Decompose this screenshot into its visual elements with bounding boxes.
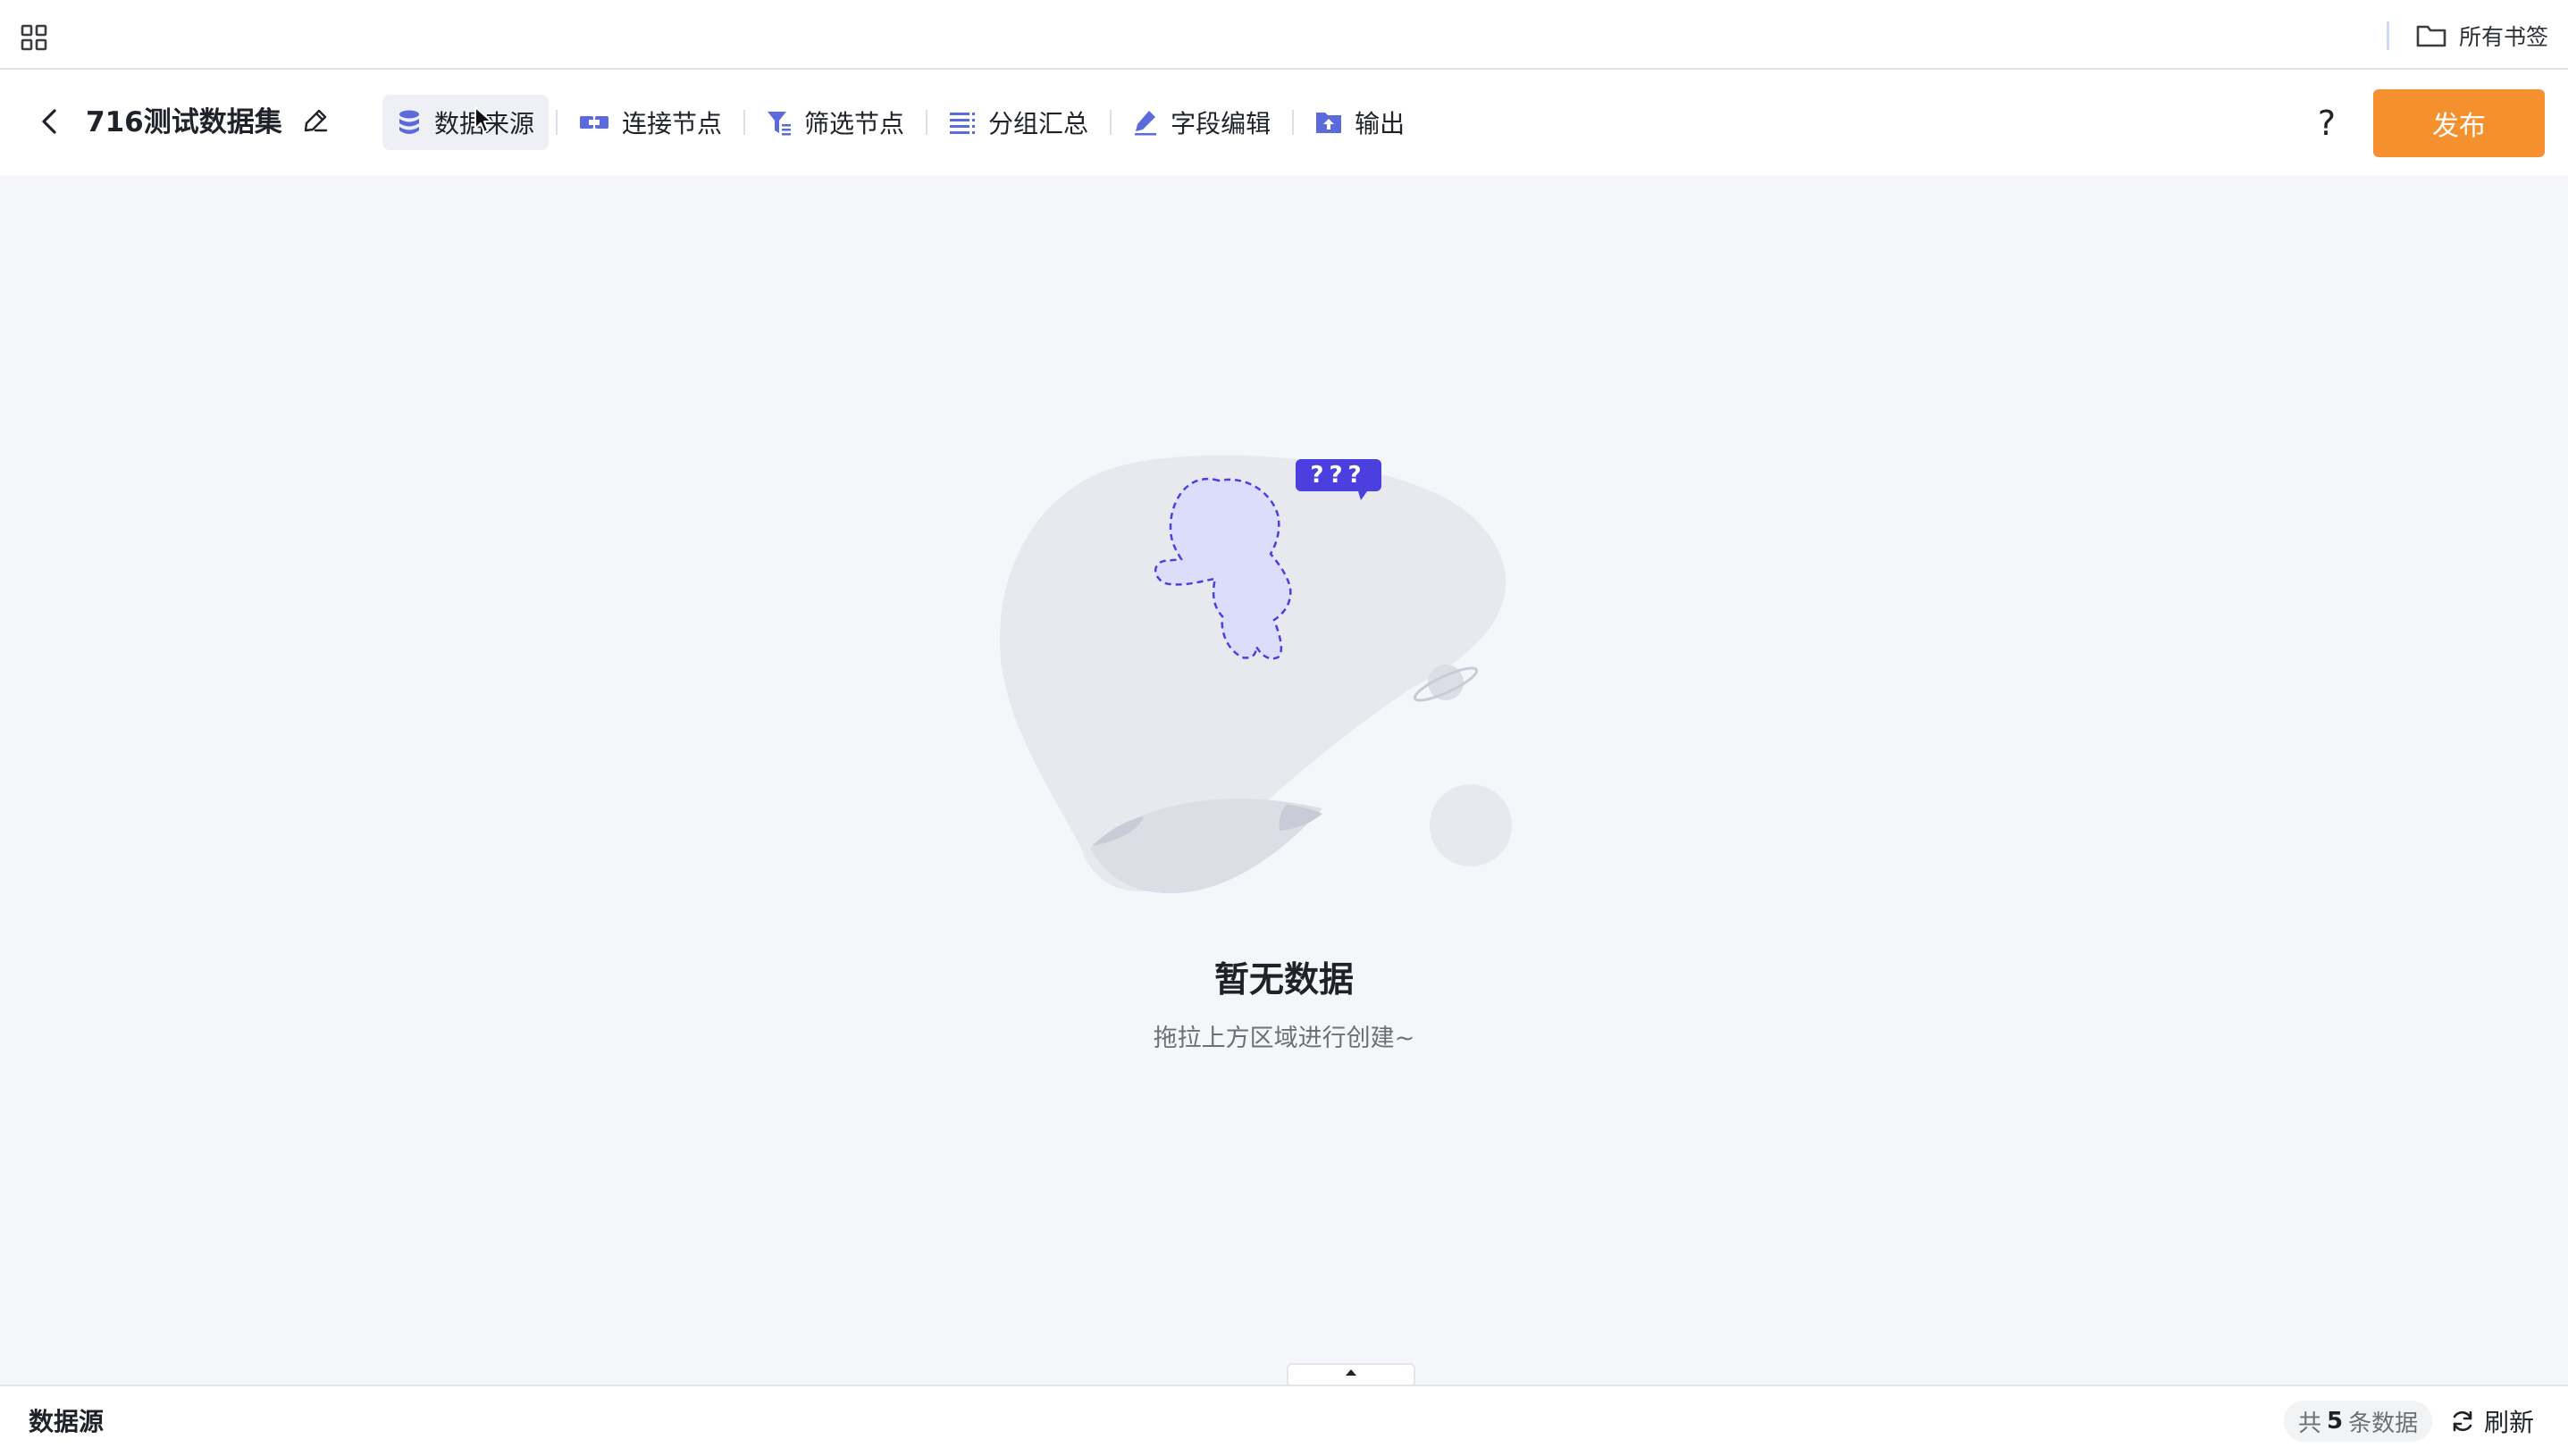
node-divider bbox=[1292, 110, 1295, 135]
node-data-source[interactable]: 数据来源 bbox=[382, 95, 550, 150]
edit-title-icon[interactable] bbox=[302, 107, 329, 134]
bookmark-divider bbox=[2387, 21, 2389, 50]
node-join[interactable]: 连接节点 bbox=[565, 95, 736, 150]
bookmark-bar: 所有书签 bbox=[0, 0, 2568, 70]
filter-icon bbox=[767, 109, 792, 136]
empty-state-subtitle: 拖拉上方区域进行创建~ bbox=[1153, 1025, 1415, 1052]
workflow-canvas[interactable]: ??? 暂无数据 拖拉上方区域进行创建~ bbox=[0, 175, 2568, 1386]
node-label: 分组汇总 bbox=[988, 109, 1089, 138]
node-output[interactable]: 输出 bbox=[1301, 95, 1419, 150]
empty-state-title: 暂无数据 bbox=[1213, 960, 1354, 1000]
publish-button[interactable]: 发布 bbox=[2373, 89, 2545, 157]
node-label: 输出 bbox=[1355, 109, 1406, 138]
node-divider bbox=[926, 110, 928, 135]
bubble-text: ??? bbox=[1310, 462, 1366, 489]
node-filter[interactable]: 筛选节点 bbox=[752, 95, 919, 150]
caret-up-icon bbox=[1344, 1368, 1358, 1377]
node-divider bbox=[743, 110, 746, 135]
all-bookmarks-label: 所有书签 bbox=[2459, 24, 2549, 50]
back-arrow-icon[interactable] bbox=[34, 105, 66, 138]
grid-icon[interactable] bbox=[20, 23, 48, 52]
folder-upload-icon bbox=[1315, 110, 1342, 135]
dataset-title: 716测试数据集 bbox=[86, 106, 282, 138]
node-divider bbox=[556, 110, 558, 135]
data-source-panel: 数据源 共 5 条数据 刷新 bbox=[0, 1385, 2568, 1456]
mouse-cursor-icon bbox=[474, 106, 492, 133]
all-bookmarks-button[interactable]: 所有书签 bbox=[2416, 18, 2548, 54]
folder-icon bbox=[2416, 23, 2446, 48]
node-group-summary[interactable]: 分组汇总 bbox=[935, 95, 1103, 150]
database-icon bbox=[397, 109, 422, 136]
node-label: 筛选节点 bbox=[804, 109, 905, 138]
count-prefix: 共 bbox=[2298, 1410, 2322, 1437]
node-palette: 数据来源 连接节点 筛选节点 bbox=[382, 95, 1419, 150]
node-label: 字段编辑 bbox=[1171, 109, 1271, 138]
node-divider bbox=[1110, 110, 1112, 135]
refresh-icon bbox=[2450, 1409, 2475, 1434]
panel-title: 数据源 bbox=[29, 1407, 105, 1436]
group-list-icon bbox=[949, 110, 976, 135]
join-icon bbox=[579, 112, 609, 133]
node-field-edit[interactable]: 字段编辑 bbox=[1119, 95, 1285, 150]
node-label: 连接节点 bbox=[622, 109, 723, 138]
count-value: 5 bbox=[2327, 1408, 2344, 1435]
count-suffix: 条数据 bbox=[2348, 1410, 2419, 1437]
record-count-badge: 共 5 条数据 bbox=[2284, 1401, 2433, 1442]
pen-icon bbox=[1133, 109, 1158, 136]
help-button[interactable]: ? bbox=[2307, 104, 2346, 143]
refresh-button[interactable]: 刷新 bbox=[2450, 1401, 2534, 1442]
panel-toggle-handle[interactable] bbox=[1287, 1363, 1415, 1386]
refresh-label: 刷新 bbox=[2484, 1408, 2535, 1437]
editor-toolbar: 716测试数据集 数据来源 bbox=[0, 70, 2568, 175]
empty-state-illustration: ??? bbox=[999, 456, 1512, 893]
